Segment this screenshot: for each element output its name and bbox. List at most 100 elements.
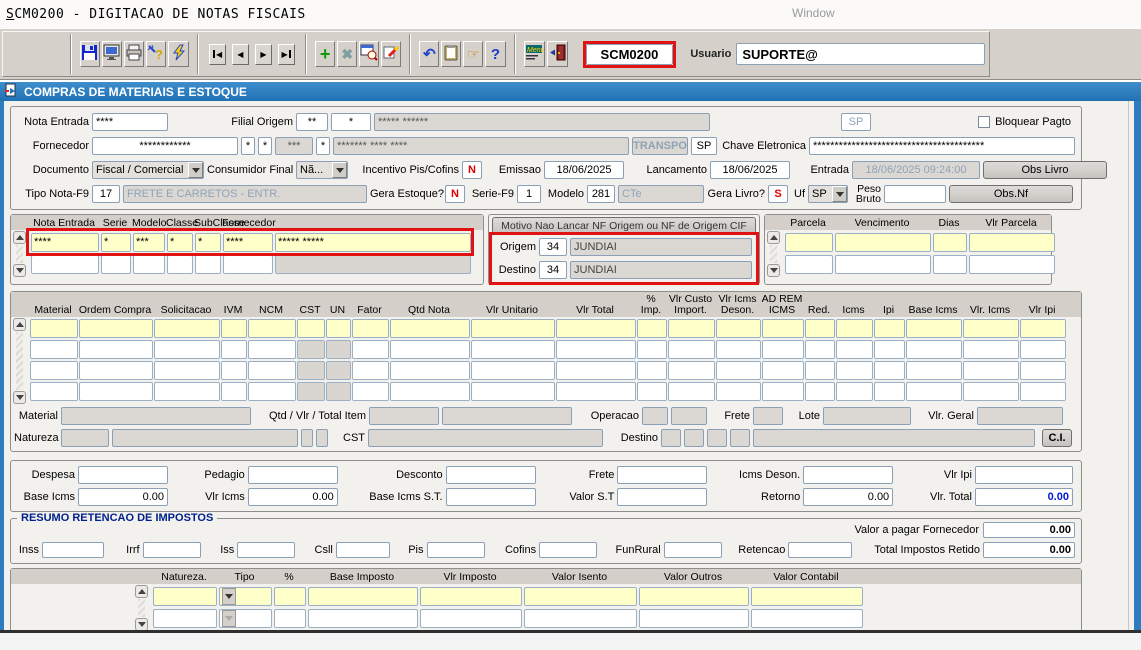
grid-cell[interactable] [79,319,153,338]
retorno-field[interactable]: 0.00 [803,488,893,506]
grid-cell[interactable] [637,382,667,401]
grid-cell[interactable] [668,319,715,338]
grid-cell[interactable] [874,382,905,401]
grid-cell[interactable] [668,382,715,401]
grid-cell[interactable] [390,319,470,338]
delete-record-button[interactable]: ✖ [337,41,357,67]
irrf-field[interactable] [143,542,201,558]
grid-cell[interactable] [716,319,761,338]
ci-button[interactable]: C.I. [1042,429,1072,447]
inss-field[interactable] [42,542,104,558]
menu-button[interactable]: Menu [524,41,545,67]
icms-deson-field[interactable] [803,466,893,484]
frete-total-field[interactable] [617,466,707,484]
grid-cell[interactable]: * [101,233,131,252]
pedagio-field[interactable] [248,466,338,484]
grid-cell[interactable] [637,319,667,338]
grid-cell[interactable] [906,340,962,359]
grid-cell[interactable] [716,340,761,359]
grid-cell[interactable]: **** [223,233,273,252]
grid-cell[interactable] [248,340,296,359]
pis-field[interactable] [427,542,485,558]
grid-cell[interactable] [223,255,273,274]
fornecedor-f1-field[interactable]: * [241,137,255,155]
grid-scrollbar[interactable] [134,585,149,631]
grid-cell[interactable] [969,255,1055,274]
grid-cell[interactable] [969,233,1055,252]
grid-cell[interactable]: * [195,233,221,252]
origem-code-field[interactable]: 34 [539,238,567,256]
gera-estoque-field[interactable]: N [445,185,465,203]
scroll-up-button[interactable] [13,318,26,331]
grid-cell[interactable] [556,382,636,401]
grid-cell[interactable] [352,340,389,359]
query-button[interactable] [359,41,379,67]
grid-cell[interactable] [906,319,962,338]
tipo-nota-field[interactable]: 17 [92,185,120,203]
grid-cell[interactable] [762,361,804,380]
grid-cell[interactable] [762,319,804,338]
grid-cell[interactable]: ***** ***** [275,233,471,252]
despesa-field[interactable] [78,466,168,484]
peso-bruto-field[interactable] [884,185,946,203]
obs-nf-button[interactable]: Obs.Nf [949,185,1073,203]
nav-next-button[interactable]: ▶ [255,44,272,65]
vlr-icms-field[interactable]: 0.00 [248,488,338,506]
cofins-field[interactable] [539,542,597,558]
exit-button[interactable] [547,41,568,67]
menu-window[interactable]: Window [792,6,835,20]
grid-cell[interactable] [716,382,761,401]
grid-cell[interactable] [153,587,217,606]
grid-cell[interactable] [297,319,325,338]
grid-cell[interactable] [154,340,220,359]
print-button[interactable] [124,41,144,67]
vlr-ipi-total-field[interactable] [975,466,1073,484]
scroll-down-button[interactable] [13,391,26,404]
filial-sub-field[interactable]: * [331,113,371,131]
grid-cell[interactable] [639,587,749,606]
grid-cell[interactable] [637,361,667,380]
grid-cell[interactable] [352,382,389,401]
grid-cell[interactable] [308,587,418,606]
documento-select[interactable]: Fiscal / Comercial [92,161,204,179]
grid-cell[interactable] [933,233,967,252]
grid-cell[interactable] [556,361,636,380]
user-input[interactable]: SUPORTE@ [736,43,985,65]
fornecedor-f4-field[interactable]: * [316,137,330,155]
grid-cell[interactable] [471,319,555,338]
grid-cell[interactable] [219,587,272,606]
grid-cell[interactable] [471,382,555,401]
nav-prev-button[interactable]: ◀ [232,44,249,65]
grid-cell[interactable] [133,255,165,274]
gera-livro-field[interactable]: S [768,185,788,203]
modify-button[interactable] [381,41,401,67]
grid-cell[interactable] [835,233,931,252]
uf-top-field[interactable]: SP [841,113,871,131]
valor-st-field[interactable] [617,488,707,506]
nav-first-button[interactable]: ◀ [209,44,226,65]
scroll-down-button[interactable] [767,264,780,277]
grid-cell[interactable] [390,340,470,359]
scroll-up-button[interactable] [13,231,26,244]
grid-cell[interactable] [906,361,962,380]
csll-field[interactable] [336,542,390,558]
grid-cell[interactable] [274,587,306,606]
grid-cell[interactable] [31,255,99,274]
undo-button[interactable]: ↶ [419,41,439,67]
grid-cell[interactable] [101,255,131,274]
dropdown-arrow-icon[interactable] [222,588,236,605]
grid-cell[interactable] [221,319,247,338]
grid-cell[interactable] [835,255,931,274]
nav-last-button[interactable]: ▶ [278,44,295,65]
grid-cell[interactable] [1020,340,1066,359]
grid-cell[interactable] [308,609,418,628]
valor-pagar-field[interactable]: 0.00 [983,522,1075,538]
save-button[interactable] [80,41,100,67]
scroll-down-button[interactable] [13,264,26,277]
grid-cell[interactable] [805,382,835,401]
grid-cell[interactable]: *** [133,233,165,252]
grid-cell[interactable] [420,609,522,628]
grid-cell[interactable] [805,361,835,380]
grid-cell[interactable] [79,340,153,359]
scrollbar-track[interactable] [138,599,145,617]
